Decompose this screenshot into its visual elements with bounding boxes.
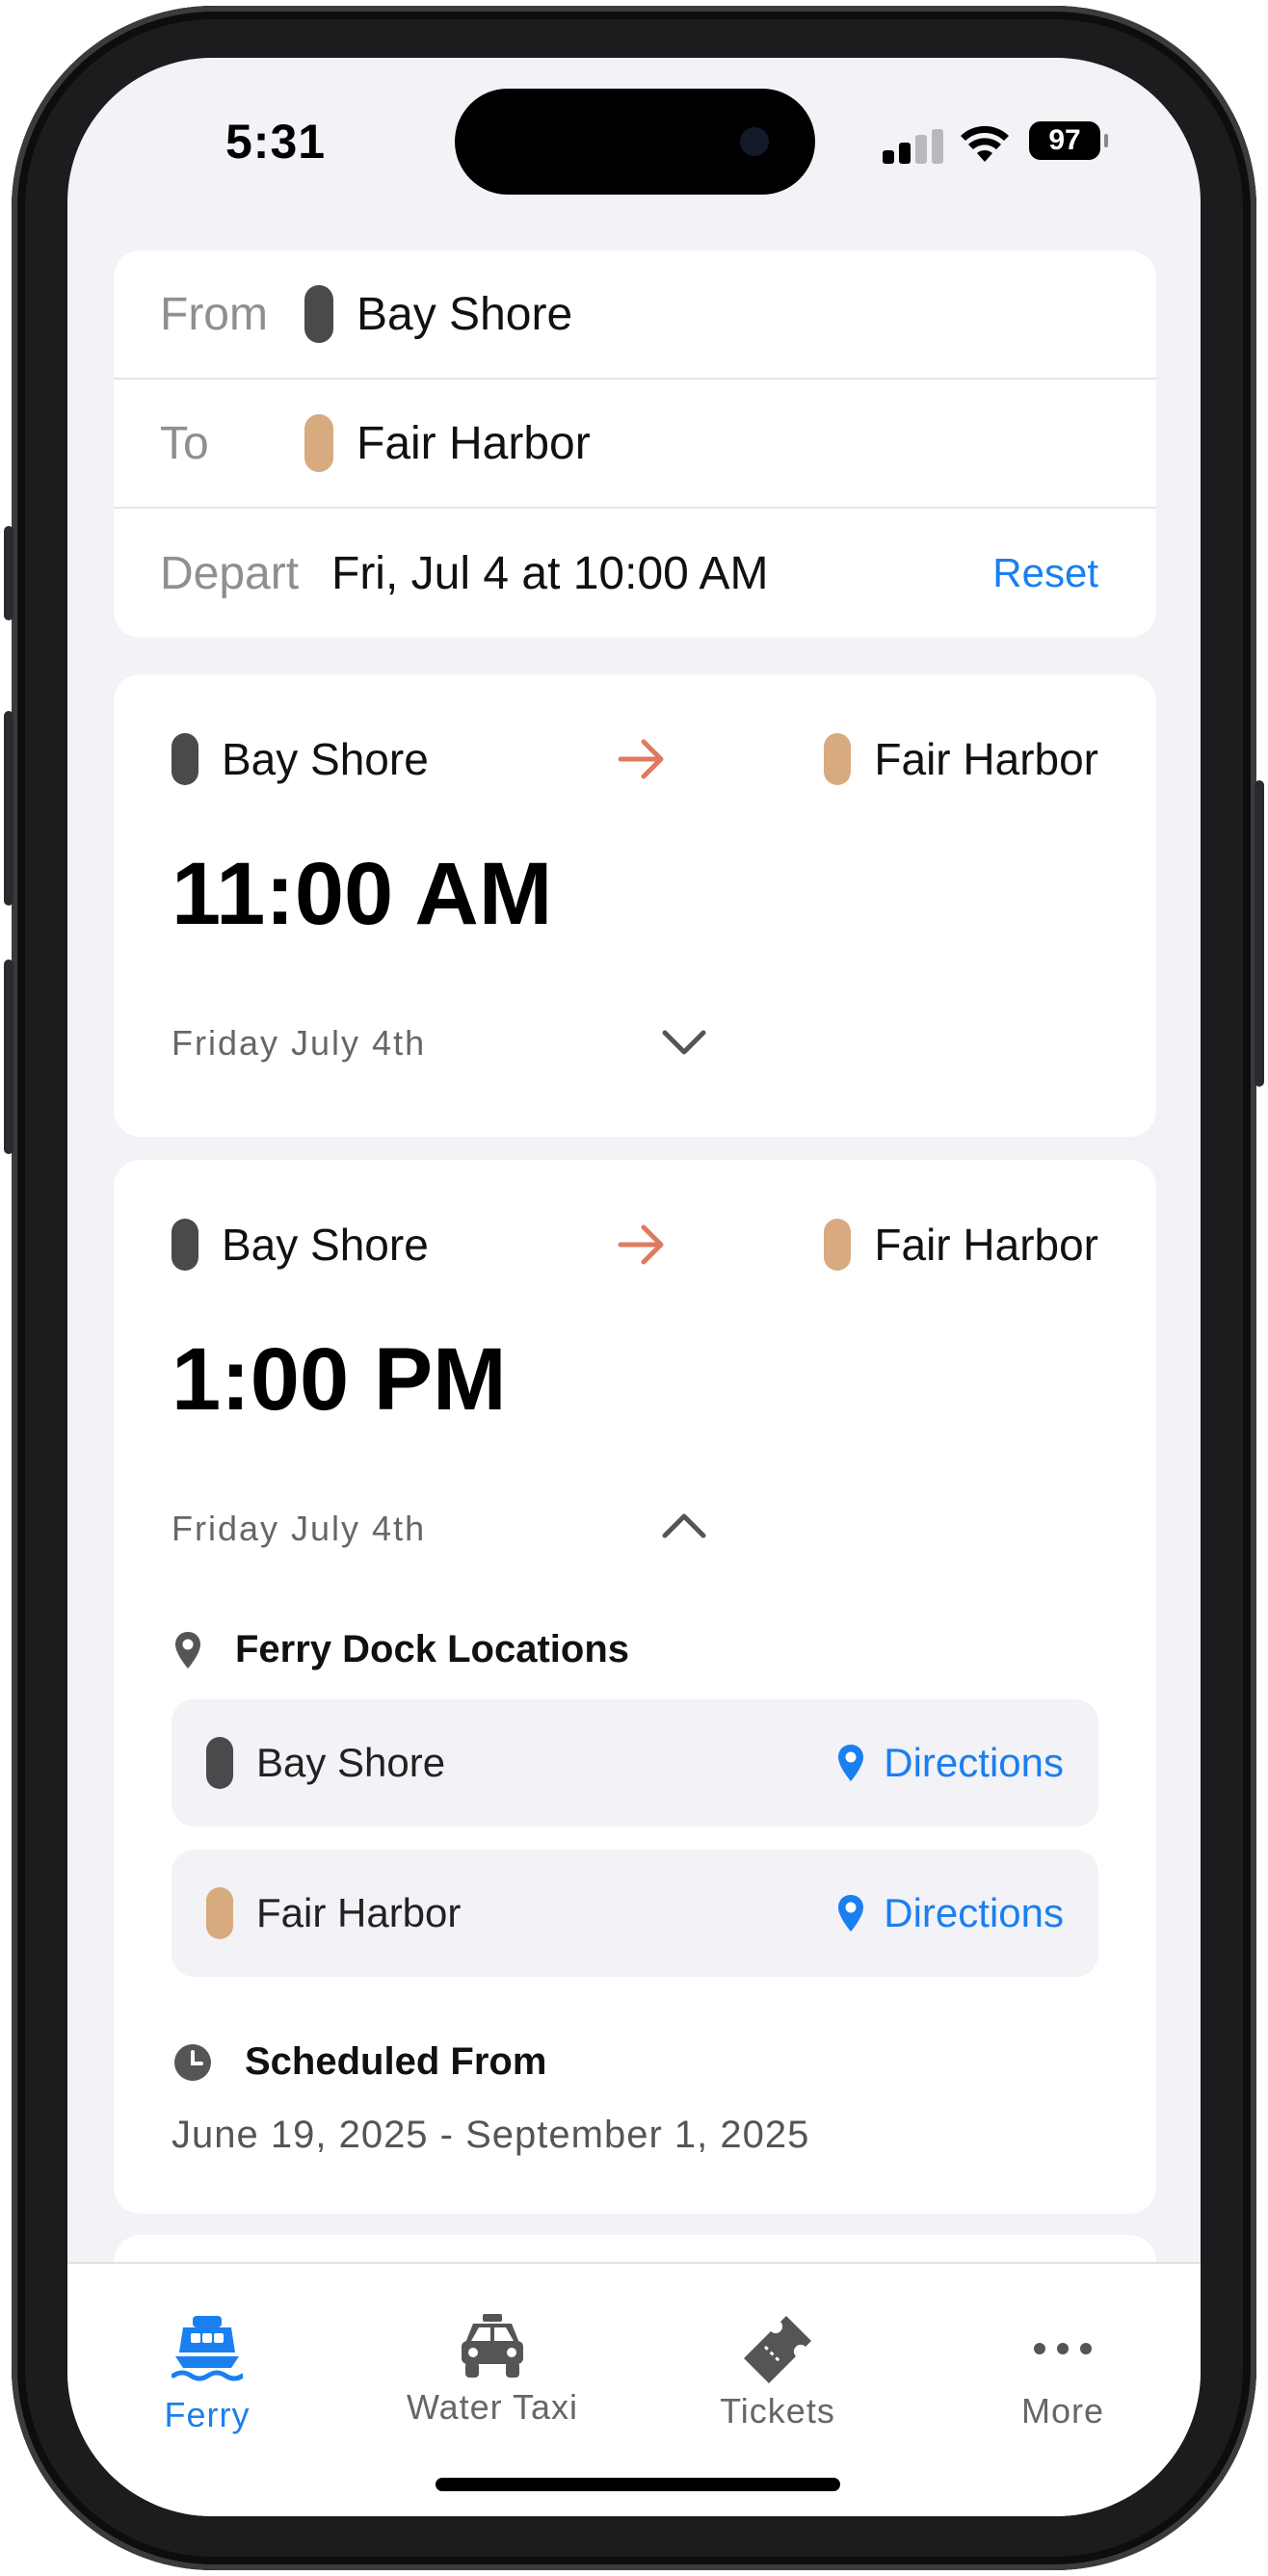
home-indicator[interactable] xyxy=(436,2478,840,2491)
to-value[interactable]: Fair Harbor xyxy=(357,417,591,470)
destination-pill-icon xyxy=(304,414,333,472)
location-pin-icon xyxy=(838,1745,864,1781)
tab-more[interactable]: More xyxy=(952,2264,1174,2457)
schedule-range: June 19, 2025 - September 1, 2025 xyxy=(172,2114,810,2156)
trip-card[interactable]: Bay Shore Fair Harbor 11:00 AM Friday Ju… xyxy=(114,674,1156,1137)
tab-tickets[interactable]: Tickets xyxy=(667,2264,888,2457)
directions-button[interactable]: Directions xyxy=(835,1890,1064,1936)
phone-screen: 5:31 97 From Bay Shore To Fair Harbor De… xyxy=(67,58,1201,2516)
arrow-right-icon xyxy=(618,739,664,779)
route-origin-name: Bay Shore xyxy=(222,734,429,784)
tab-label: Ferry xyxy=(164,2395,251,2434)
origin-pill-icon xyxy=(172,733,198,785)
ticket-icon xyxy=(744,2316,811,2383)
dock-row: Fair Harbor Directions xyxy=(172,1850,1098,1977)
depart-value[interactable]: Fri, Jul 4 at 10:00 AM xyxy=(331,547,769,600)
from-row[interactable]: From Bay Shore xyxy=(114,250,1156,380)
route-origin: Bay Shore xyxy=(172,1219,429,1271)
tab-ferry[interactable]: Ferry xyxy=(96,2264,318,2457)
origin-pill-icon xyxy=(304,285,333,343)
departure-date: Friday July 4th xyxy=(172,1509,427,1548)
directions-label: Directions xyxy=(884,1890,1064,1935)
dock-name: Fair Harbor xyxy=(256,1890,462,1935)
battery-indicator: 97 xyxy=(1029,121,1108,160)
from-label: From xyxy=(160,288,268,340)
wifi-icon xyxy=(961,125,1009,162)
volume-up-button xyxy=(4,711,13,906)
chevron-up-icon[interactable] xyxy=(661,1511,707,1539)
departure-date: Friday July 4th xyxy=(172,1023,427,1063)
more-dots-icon xyxy=(1034,2343,1092,2354)
from-value[interactable]: Bay Shore xyxy=(357,288,572,341)
status-time: 5:31 xyxy=(225,115,327,169)
directions-button[interactable]: Directions xyxy=(835,1740,1064,1786)
route-row: Bay Shore Fair Harbor xyxy=(172,1214,1098,1275)
route-origin: Bay Shore xyxy=(172,733,429,785)
dock-name: Bay Shore xyxy=(256,1740,446,1785)
camera-icon xyxy=(740,127,769,156)
tab-label: Tickets xyxy=(720,2391,835,2431)
departure-time: 11:00 AM xyxy=(172,845,553,943)
arrow-right-icon xyxy=(618,1224,664,1265)
location-pin-icon xyxy=(175,1631,200,1669)
volume-down-button xyxy=(4,959,13,1154)
search-form-card: From Bay Shore To Fair Harbor Depart Fri… xyxy=(114,250,1156,638)
cellular-signal-icon xyxy=(883,129,944,164)
depart-label: Depart xyxy=(160,547,300,599)
tab-water-taxi[interactable]: Water Taxi xyxy=(382,2264,603,2457)
action-button xyxy=(4,526,13,620)
power-button xyxy=(1255,780,1264,1087)
dock-locations-title: Ferry Dock Locations xyxy=(235,1628,630,1670)
directions-label: Directions xyxy=(884,1740,1064,1785)
route-destination: Fair Harbor xyxy=(824,733,1098,785)
departure-time: 1:00 PM xyxy=(172,1330,507,1429)
taxi-icon xyxy=(462,2314,523,2378)
destination-pill-icon xyxy=(206,1887,233,1939)
dock-locations-heading: Ferry Dock Locations xyxy=(173,1628,629,1671)
chevron-down-icon[interactable] xyxy=(661,1027,707,1056)
tab-label: More xyxy=(1020,2391,1105,2431)
route-row: Bay Shore Fair Harbor xyxy=(172,728,1098,790)
to-row[interactable]: To Fair Harbor xyxy=(114,380,1156,509)
route-origin-name: Bay Shore xyxy=(222,1220,429,1270)
tab-label: Water Taxi xyxy=(406,2387,579,2427)
to-label: To xyxy=(160,417,209,469)
route-destination: Fair Harbor xyxy=(824,1219,1098,1271)
origin-pill-icon xyxy=(206,1737,233,1789)
schedule-heading: Scheduled From xyxy=(173,2040,546,2084)
ferry-icon xyxy=(172,2316,243,2381)
origin-pill-icon xyxy=(172,1219,198,1271)
destination-pill-icon xyxy=(824,1219,852,1271)
route-destination-name: Fair Harbor xyxy=(874,734,1098,784)
dock-row: Bay Shore Directions xyxy=(172,1699,1098,1827)
depart-row[interactable]: Depart Fri, Jul 4 at 10:00 AM Reset xyxy=(114,509,1156,638)
location-pin-icon xyxy=(838,1895,864,1932)
dynamic-island xyxy=(455,89,815,195)
clock-icon xyxy=(174,2043,211,2081)
trip-card[interactable]: Bay Shore Fair Harbor 1:00 PM Friday Jul… xyxy=(114,1160,1156,2214)
destination-pill-icon xyxy=(824,733,852,785)
schedule-title: Scheduled From xyxy=(245,2040,547,2083)
reset-button[interactable]: Reset xyxy=(992,550,1098,596)
route-destination-name: Fair Harbor xyxy=(874,1220,1098,1270)
